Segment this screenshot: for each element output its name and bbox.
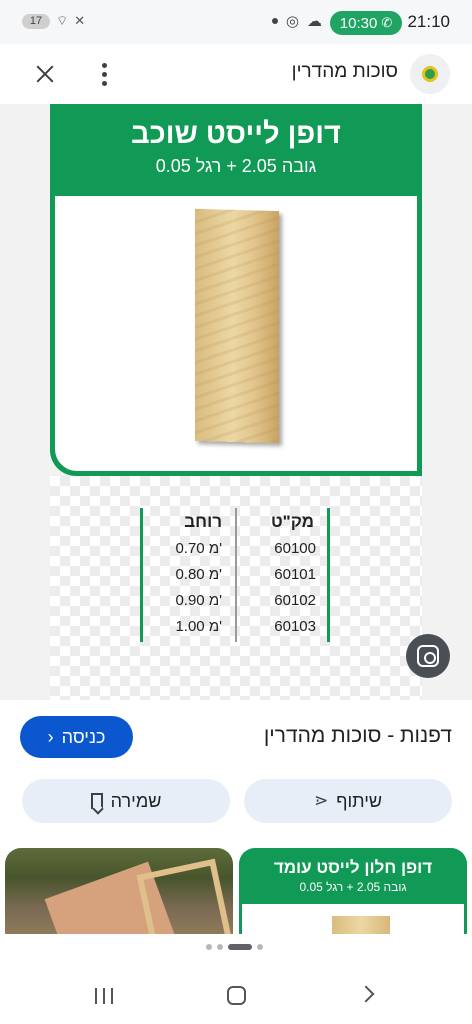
ongoing-call-chip[interactable]: 10:30 ✆: [330, 11, 402, 35]
lens-icon: [417, 645, 439, 667]
back-icon[interactable]: [357, 985, 375, 1003]
close-icon[interactable]: [30, 59, 60, 89]
site-favicon-icon[interactable]: [410, 54, 450, 94]
page-indicator: [206, 944, 263, 950]
visit-button[interactable]: כניסה ‹: [20, 716, 133, 758]
page-dot: [206, 944, 212, 950]
cloud-icon: ☁: [307, 13, 322, 30]
width-cell: 0.80 מ': [175, 566, 222, 583]
status-right-icons: ◎ ☁: [271, 12, 322, 30]
home-icon[interactable]: [227, 986, 246, 1005]
bookmark-icon: [90, 793, 103, 809]
table-header-sku: מק"ט: [270, 512, 314, 531]
page-dot-active: [228, 944, 252, 950]
chevron-left-icon: ‹: [47, 726, 54, 747]
related-card-title: דופן חלון לייסט עומד: [273, 858, 433, 877]
product-card: דופן לייסט שוכב גובה 2.05 + רגל 0.05: [50, 104, 422, 476]
top-app-bar: סוכות מהדרין: [0, 44, 472, 104]
page-title[interactable]: דפנות - סוכות מהדרין: [264, 724, 452, 748]
share-label: שיתוף: [336, 790, 383, 811]
site-name[interactable]: סוכות מהדרין: [292, 61, 398, 83]
table-row: 60100 0.70 מ': [140, 538, 330, 564]
table-row: 60101 0.80 מ': [140, 564, 330, 590]
share-icon: ⋖: [313, 791, 329, 810]
width-cell: 1.00 מ': [175, 618, 222, 635]
related-results: דופן חלון לייסט עומד גובה 2.05 + רגל 0.0…: [0, 846, 472, 934]
product-subtitle: גובה 2.05 + רגל 0.05: [155, 156, 317, 176]
wifi-icon: ⌔: [56, 13, 69, 28]
clock: 21:10: [407, 12, 450, 31]
save-label: שמירה: [110, 790, 162, 811]
notification-dot-icon: [271, 18, 278, 24]
sku-cell: 60102: [274, 592, 316, 609]
call-time: 10:30: [339, 14, 378, 32]
table-row: 60103 1.00 מ': [140, 616, 330, 642]
product-photo-frame: [55, 196, 417, 471]
save-button[interactable]: שמירה: [22, 779, 230, 823]
spec-table: מק"ט רוחב 60100 0.70 מ' 60101 0.80 מ' 60…: [140, 508, 330, 642]
width-cell: 0.70 מ': [175, 540, 222, 557]
battery-icon: 17: [22, 13, 50, 29]
status-left-icons: 17 ⌔ ✕: [22, 13, 85, 29]
image-viewer[interactable]: דופן לייסט שוכב גובה 2.05 + רגל 0.05 מק"…: [0, 104, 472, 700]
width-cell: 0.90 מ': [175, 592, 222, 609]
sku-cell: 60101: [274, 566, 316, 583]
product-image: דופן לייסט שוכב גובה 2.05 + רגל 0.05 מק"…: [50, 104, 422, 700]
status-bar: 17 ⌔ ✕ ◎ ☁ 10:30 ✆ 21:10: [0, 0, 472, 44]
plywood-panel-image: [195, 208, 279, 444]
sku-cell: 60103: [274, 618, 316, 635]
mute-icon: ✕: [74, 13, 86, 28]
page-dot: [257, 944, 263, 950]
phone-icon: ✆: [381, 15, 393, 30]
app-notification-icon: ◎: [285, 13, 299, 30]
table-header-width: רוחב: [184, 512, 222, 531]
related-result-card[interactable]: דופן חלון לייסט עומד גובה 2.05 + רגל 0.0…: [239, 848, 467, 934]
related-card-subtitle: גובה 2.05 + רגל 0.05: [299, 880, 407, 894]
transparent-background: מק"ט רוחב 60100 0.70 מ' 60101 0.80 מ' 60…: [50, 476, 422, 700]
system-nav-bar: [0, 964, 472, 1024]
related-result-photo[interactable]: [5, 848, 233, 934]
visit-label: כניסה: [61, 726, 106, 747]
related-card-photo-frame: [242, 904, 464, 934]
more-options-icon[interactable]: [92, 59, 116, 89]
product-title: דופן לייסט שוכב: [131, 118, 341, 150]
sku-cell: 60100: [274, 540, 316, 557]
lens-search-button[interactable]: [406, 634, 450, 678]
recent-apps-icon[interactable]: [95, 988, 113, 1004]
share-button[interactable]: שיתוף ⋖: [244, 779, 452, 823]
plywood-panel-image: [332, 916, 390, 934]
table-row: 60102 0.90 מ': [140, 590, 330, 616]
page-dot: [217, 944, 223, 950]
